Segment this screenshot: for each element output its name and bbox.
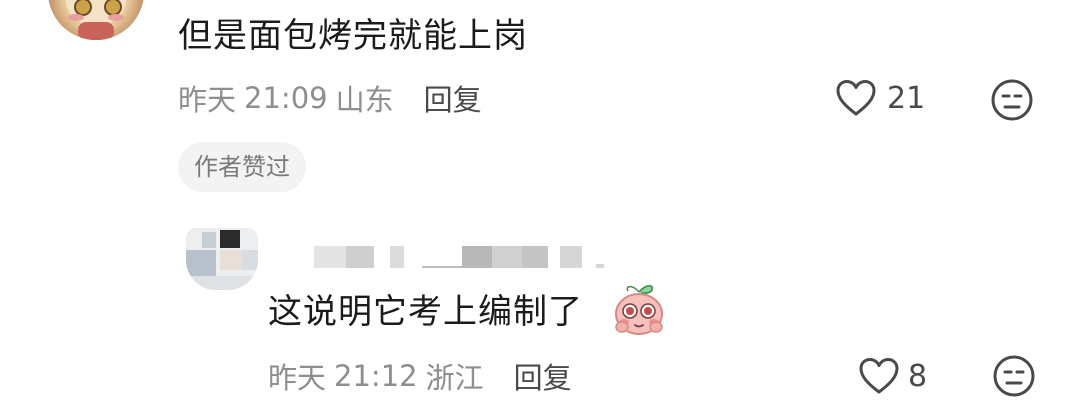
dislike-button[interactable]: [990, 78, 1034, 122]
redaction-block: [492, 246, 522, 268]
comment-date: 昨天: [268, 361, 327, 395]
like-count: 8: [908, 358, 928, 394]
redaction-block: [314, 246, 346, 268]
comment-meta: 昨天 21:09 山东 回复: [178, 78, 482, 118]
avatar-pixel: [186, 250, 216, 276]
avatar-pixel: [202, 232, 216, 248]
author-liked-badge: 作者赞过: [178, 142, 306, 192]
like-count: 21: [887, 80, 926, 116]
like-button[interactable]: 21: [835, 78, 925, 118]
heart-outline-icon: [836, 80, 876, 116]
reply-button[interactable]: 回复: [514, 355, 572, 397]
comment-meta: 昨天 21:12 浙江 回复: [268, 356, 572, 396]
avatar[interactable]: [186, 228, 258, 290]
blushing-pink-emoji: [612, 280, 666, 336]
redaction-block: [596, 264, 604, 268]
comment-time: 21:09: [244, 81, 328, 115]
avatar-pixel: [220, 250, 242, 270]
redaction-block: [346, 246, 374, 268]
comment-time: 21:12: [334, 359, 418, 393]
redaction-block: [560, 246, 582, 268]
redaction-block: [390, 246, 404, 268]
avatar-pixel: [242, 250, 258, 270]
redaction-block: [462, 246, 492, 268]
redaction-block: [422, 266, 462, 268]
comment-text: 这说明它考上编制了: [268, 292, 583, 332]
avatar-blush: [108, 14, 124, 21]
comment-text: 但是面包烤完就能上岗: [178, 16, 528, 56]
avatar-pixel: [220, 230, 240, 248]
dislike-button[interactable]: [992, 354, 1036, 398]
comment-location: 山东: [335, 83, 394, 117]
neutral-face-icon: [993, 355, 1035, 397]
redaction-block: [522, 246, 548, 268]
like-button[interactable]: 8: [858, 356, 927, 396]
reply-button[interactable]: 回复: [424, 77, 482, 119]
comment-location: 浙江: [425, 361, 484, 395]
avatar-pixel: [186, 276, 258, 290]
username-redacted: [310, 246, 610, 268]
avatar[interactable]: [48, 0, 144, 40]
neutral-face-icon: [991, 79, 1033, 121]
avatar-hand: [78, 22, 114, 40]
heart-outline-icon: [859, 358, 899, 394]
comment-date: 昨天: [178, 83, 237, 117]
avatar-blush: [68, 14, 84, 21]
